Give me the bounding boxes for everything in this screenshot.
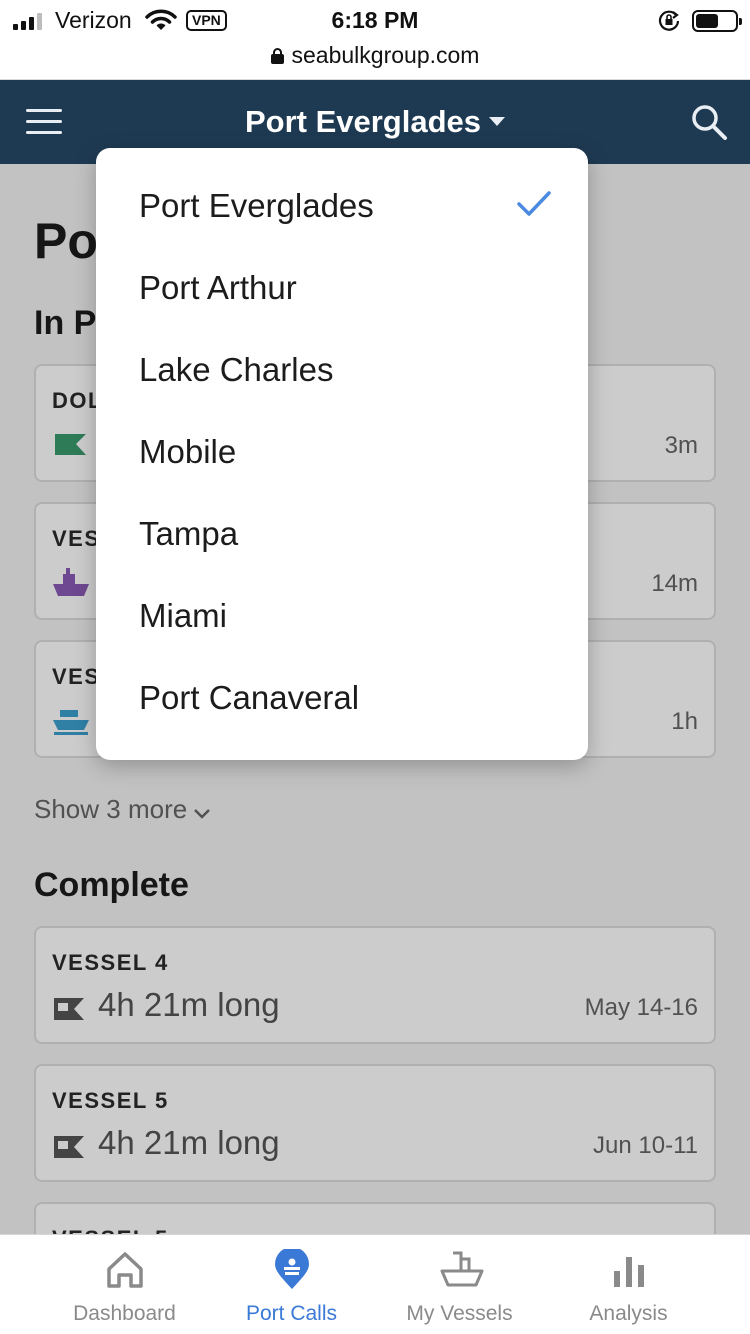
battery-icon	[692, 10, 742, 32]
port-selector[interactable]: Port Everglades	[0, 104, 750, 140]
home-icon	[107, 1252, 143, 1288]
port-dropdown-menu: Port Everglades Port Arthur Lake Charles…	[96, 148, 588, 760]
tab-analysis[interactable]: Analysis	[535, 1235, 722, 1334]
tab-dashboard[interactable]: Dashboard	[31, 1235, 218, 1334]
padlock-icon	[270, 48, 284, 64]
port-option-mobile[interactable]: Mobile	[96, 411, 588, 493]
port-option-port-canaveral[interactable]: Port Canaveral	[96, 657, 588, 739]
port-option-miami[interactable]: Miami	[96, 575, 588, 657]
bottom-tab-bar: Dashboard Port Calls My Vessels Analysis	[0, 1234, 750, 1334]
url-text: seabulkgroup.com	[291, 42, 480, 68]
tab-my-vessels[interactable]: My Vessels	[366, 1235, 553, 1334]
port-option-label: Port Arthur	[139, 269, 297, 306]
port-option-label: Mobile	[139, 433, 237, 470]
location-pin-icon	[275, 1249, 309, 1289]
port-option-lake-charles[interactable]: Lake Charles	[96, 329, 588, 411]
checkmark-icon	[517, 191, 551, 216]
bar-chart-icon	[614, 1257, 644, 1287]
port-option-label: Port Canaveral	[139, 679, 360, 716]
port-selector-label: Port Everglades	[244, 104, 482, 139]
port-option-tampa[interactable]: Tampa	[96, 493, 588, 575]
port-option-label: Tampa	[139, 515, 239, 552]
browser-url-bar[interactable]: seabulkgroup.com	[0, 40, 750, 80]
tab-label: My Vessels	[406, 1302, 513, 1325]
tab-label: Analysis	[589, 1302, 668, 1325]
rotation-lock-icon	[658, 10, 680, 31]
port-option-port-arthur[interactable]: Port Arthur	[96, 247, 588, 329]
search-icon[interactable]	[690, 103, 728, 141]
tab-label: Dashboard	[73, 1302, 176, 1325]
port-option-port-everglades[interactable]: Port Everglades	[96, 165, 588, 247]
boat-icon	[440, 1251, 484, 1287]
status-time: 6:18 PM	[331, 7, 419, 33]
status-bar: Verizon VPN 6:18 PM	[0, 0, 750, 40]
port-option-label: Lake Charles	[139, 351, 334, 388]
tab-port-calls[interactable]: Port Calls	[198, 1235, 385, 1334]
port-option-label: Port Everglades	[139, 187, 374, 224]
port-option-label: Miami	[139, 597, 227, 634]
tab-label: Port Calls	[245, 1302, 338, 1325]
caret-down-icon	[489, 117, 506, 126]
